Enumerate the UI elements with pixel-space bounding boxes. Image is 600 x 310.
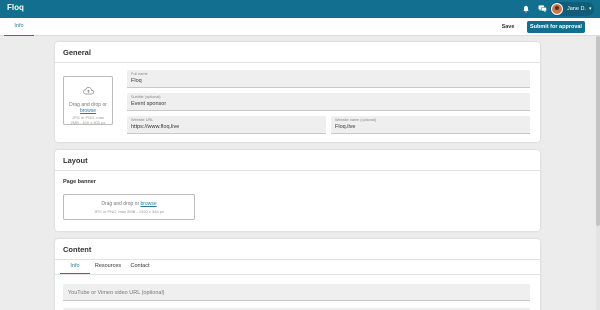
website-name-field[interactable]: Website name (optional) Floq.live xyxy=(331,116,530,134)
subtitle-field[interactable]: Subtitle (optional) Event sponsor xyxy=(127,93,530,111)
tabs-divider xyxy=(55,274,540,275)
banner-upload-dropzone[interactable]: Drag and drop or browse JPG or PNG, max … xyxy=(63,194,195,220)
banner-upload-hint: JPG or PNG, max 2MB - 1920 x 384 px xyxy=(93,209,165,214)
save-button[interactable]: Save xyxy=(496,22,520,33)
submit-for-approval-button[interactable]: Submit for approval xyxy=(527,21,585,33)
field-label: Website name (optional) xyxy=(335,118,377,122)
page-banner-label: Page banner xyxy=(63,179,97,185)
field-value: Event sponsor xyxy=(131,101,167,107)
field-label: Website URL xyxy=(131,118,154,122)
website-url-field[interactable]: Website URL https://www.floq.live xyxy=(127,116,326,134)
scrollbar-thumb[interactable] xyxy=(596,36,600,226)
divider xyxy=(55,62,540,63)
banner-upload-text: Drag and drop or browse xyxy=(101,201,157,207)
layout-card: Layout Page banner Drag and drop or brow… xyxy=(55,150,540,231)
browse-link[interactable]: browse xyxy=(141,201,157,207)
browse-link[interactable]: browse xyxy=(64,108,112,114)
divider xyxy=(55,170,540,171)
user-menu[interactable]: Jane D. ▾ xyxy=(550,2,594,16)
field-value: https://www.floq.live xyxy=(131,124,180,130)
tab-info[interactable]: Info xyxy=(60,259,90,274)
field-value: Floq xyxy=(131,78,142,84)
video-url-field[interactable]: YouTube or Vimeo video URL (optional) xyxy=(63,284,530,301)
scrollbar[interactable] xyxy=(596,36,600,310)
general-card: General Drag and drop or browse JPG or P… xyxy=(55,42,540,142)
field-label: Subtitle (optional) xyxy=(131,95,161,99)
toolbar: Info Save Submit for approval xyxy=(0,18,600,36)
app-bar: Floq Jane D. ▾ xyxy=(0,0,600,18)
avatar xyxy=(551,3,563,15)
content-title: Content xyxy=(63,245,92,254)
chevron-down-icon: ▾ xyxy=(588,6,592,12)
layout-title: Layout xyxy=(63,156,88,165)
bell-icon[interactable] xyxy=(521,4,531,14)
tab-info[interactable]: Info xyxy=(4,18,34,36)
cloud-upload-icon xyxy=(64,82,112,100)
logo-upload-dropzone[interactable]: Drag and drop or browse JPG or PNG, max … xyxy=(63,76,113,125)
user-name: Jane D. xyxy=(567,6,586,12)
general-title: General xyxy=(63,48,91,57)
upload-hint-size: 2MB - 400 x 400 px xyxy=(70,120,106,125)
video-url-placeholder: YouTube or Vimeo video URL (optional) xyxy=(68,290,165,296)
chat-icon[interactable] xyxy=(537,4,547,14)
tab-resources[interactable]: Resources xyxy=(92,259,124,274)
tab-contact[interactable]: Contact xyxy=(126,259,154,274)
field-label: Full name xyxy=(131,72,148,76)
content-card: Content YouTube or Vimeo video URL (opti… xyxy=(55,239,540,310)
brand-logo[interactable]: Floq xyxy=(7,3,24,12)
field-value: Floq.live xyxy=(335,124,356,130)
full-name-field[interactable]: Full name Floq xyxy=(127,70,530,88)
